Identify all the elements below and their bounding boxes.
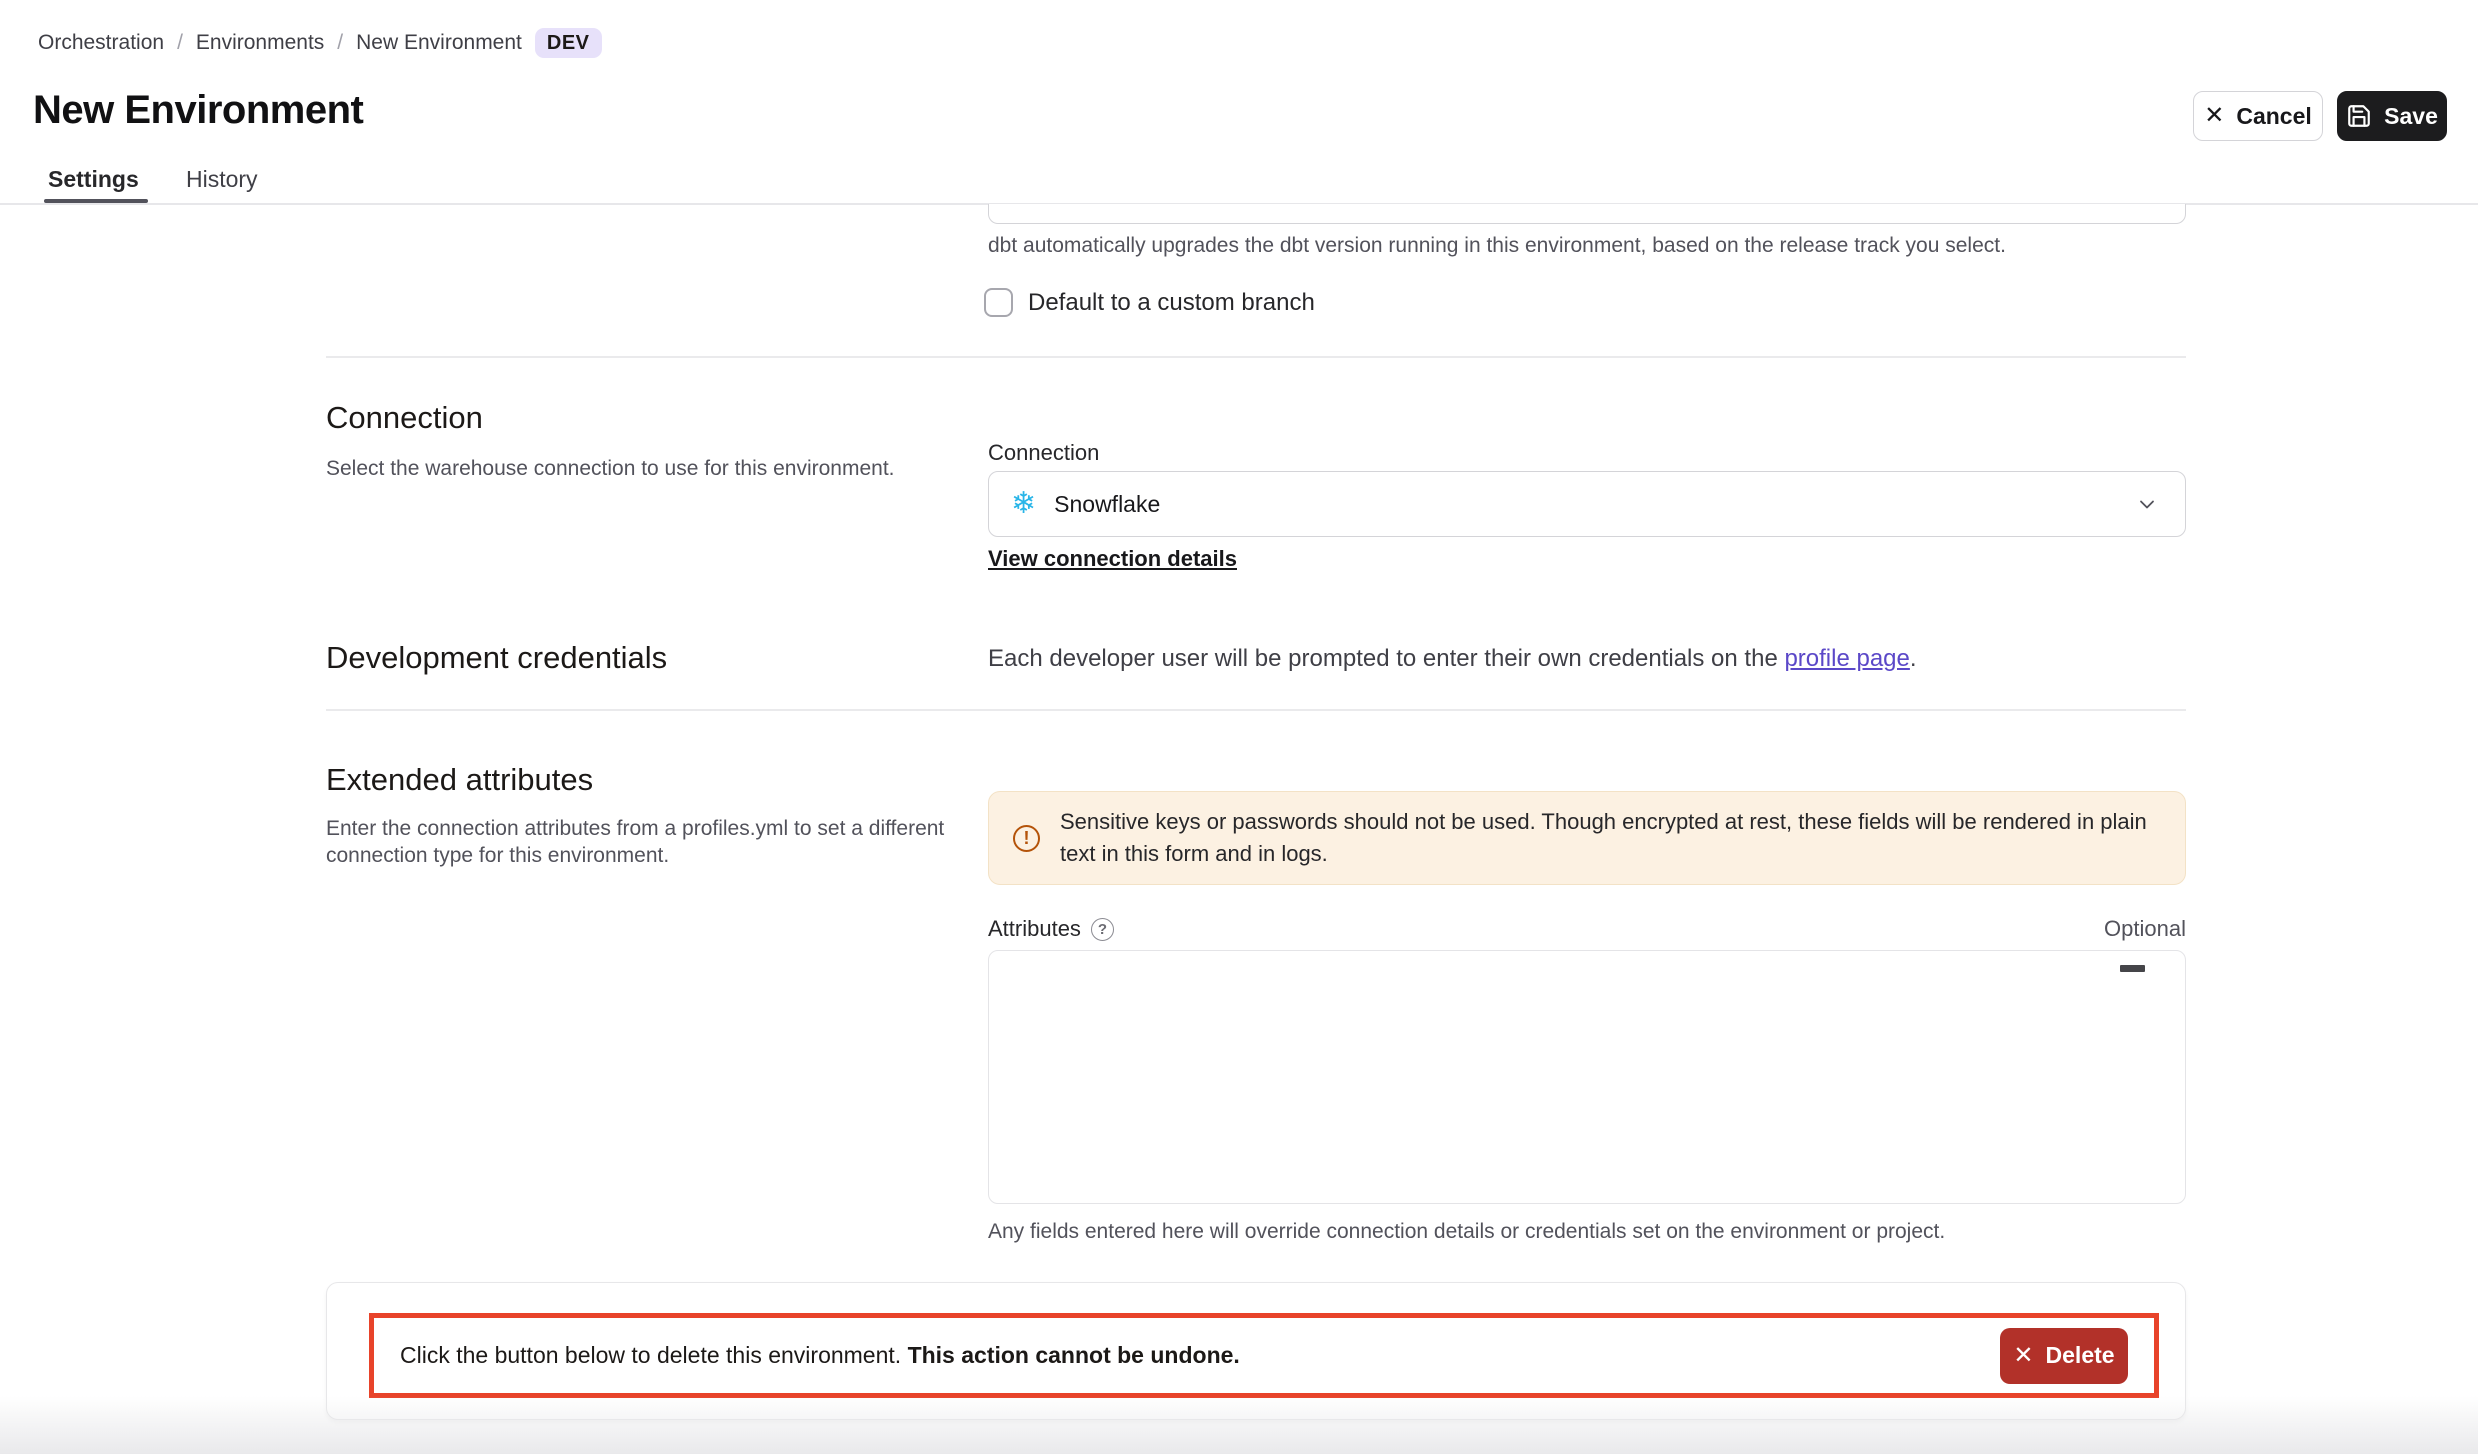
dev-credentials-text: Each developer user will be prompted to … xyxy=(988,645,1917,673)
breadcrumb-orchestration[interactable]: Orchestration xyxy=(38,31,164,55)
section-divider xyxy=(326,709,2186,711)
release-track-helper: dbt automatically upgrades the dbt versi… xyxy=(988,234,2006,258)
custom-branch-checkbox[interactable] xyxy=(984,288,1013,317)
annotation-highlight: Click the button below to delete this en… xyxy=(369,1313,2159,1398)
cancel-button[interactable]: ✕ Cancel xyxy=(2193,91,2323,141)
extended-attributes-description: Enter the connection attributes from a p… xyxy=(326,815,956,869)
warning-text: Sensitive keys or passwords should not b… xyxy=(1060,806,2161,870)
connection-field-label: Connection xyxy=(988,440,1099,466)
new-environment-page: Orchestration / Environments / New Envir… xyxy=(0,0,2478,1454)
help-icon[interactable]: ? xyxy=(1091,918,1114,941)
section-divider xyxy=(326,356,2186,358)
connection-section-heading: Connection xyxy=(326,400,483,436)
attributes-helper: Any fields entered here will override co… xyxy=(988,1220,1945,1244)
save-icon xyxy=(2346,103,2372,129)
cancel-button-label: Cancel xyxy=(2236,103,2311,130)
breadcrumb: Orchestration / Environments / New Envir… xyxy=(38,26,602,60)
dev-credentials-text-before: Each developer user will be prompted to … xyxy=(988,645,1784,672)
attributes-label: Attributes xyxy=(988,916,1081,942)
custom-branch-label: Default to a custom branch xyxy=(1028,289,1315,317)
delete-warning-text: Click the button below to delete this en… xyxy=(400,1342,1240,1369)
breadcrumb-environments[interactable]: Environments xyxy=(196,31,324,55)
dev-credentials-text-after: . xyxy=(1910,645,1917,672)
connection-section-description: Select the warehouse connection to use f… xyxy=(326,455,966,482)
delete-warning-normal: Click the button below to delete this en… xyxy=(400,1342,908,1368)
attributes-editor[interactable] xyxy=(988,950,2186,1204)
delete-warning-bold: This action cannot be undone. xyxy=(908,1342,1240,1368)
page-bottom-fade xyxy=(0,1396,2478,1454)
chevron-down-icon xyxy=(2135,492,2159,516)
close-icon: ✕ xyxy=(2204,104,2224,128)
extended-attributes-heading: Extended attributes xyxy=(326,762,593,798)
delete-button[interactable]: ✕ Delete xyxy=(2000,1328,2128,1384)
breadcrumb-separator: / xyxy=(337,31,343,55)
collapse-icon[interactable] xyxy=(2120,965,2145,972)
environment-type-badge: DEV xyxy=(535,28,602,58)
connection-select-value: Snowflake xyxy=(1054,491,1160,518)
tab-history[interactable]: History xyxy=(186,166,258,193)
breadcrumb-new-environment[interactable]: New Environment xyxy=(356,31,522,55)
release-track-select-partial[interactable] xyxy=(988,204,2186,224)
breadcrumb-separator: / xyxy=(177,31,183,55)
save-button-label: Save xyxy=(2384,103,2438,130)
snowflake-icon: ❄ xyxy=(1011,489,1036,519)
warning-icon: ! xyxy=(1013,825,1040,852)
attributes-row: Attributes ? Optional xyxy=(988,916,2186,942)
profile-page-link[interactable]: profile page xyxy=(1784,645,1909,672)
close-icon: ✕ xyxy=(2013,1344,2033,1368)
delete-button-label: Delete xyxy=(2046,1342,2115,1369)
view-connection-details-link[interactable]: View connection details xyxy=(988,546,1237,572)
sensitive-keys-warning: ! Sensitive keys or passwords should not… xyxy=(988,791,2186,885)
dev-credentials-heading: Development credentials xyxy=(326,640,667,676)
page-title: New Environment xyxy=(33,88,363,133)
connection-select[interactable]: ❄ Snowflake xyxy=(988,471,2186,537)
tab-settings[interactable]: Settings xyxy=(48,166,139,193)
save-button[interactable]: Save xyxy=(2337,91,2447,141)
optional-badge: Optional xyxy=(2104,916,2186,942)
